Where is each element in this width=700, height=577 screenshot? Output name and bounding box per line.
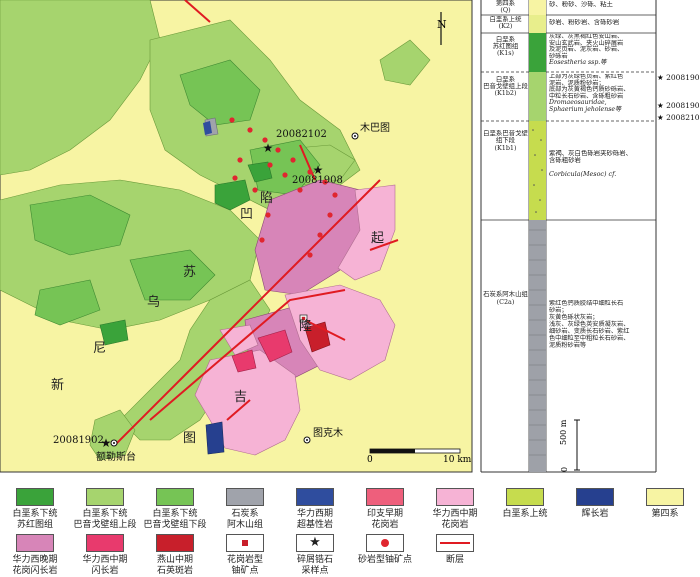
legend-swatch [226,488,264,506]
place-tukemu: 图克木 [313,427,343,439]
legend-swatch: ★ [296,534,334,552]
legend-swatch [16,534,54,552]
legend-swatch [366,534,404,552]
legend-item: 花岗岩型 铀矿点 [210,534,280,577]
lith-k1b2 [529,72,546,121]
legend-swatch [436,488,474,506]
sample-label-1: 20082102 [276,129,327,140]
legend-label: 华力西中期 花岗岩 [432,509,478,530]
legend-swatch [226,534,264,552]
legend-item: 华力西晚期 花岗闪长岩 [0,534,70,577]
legend-item: 白垩系下统 苏红图组 [0,488,70,531]
col-sample-3: ★ 20082102 [657,113,700,122]
svg-text:0: 0 [367,455,373,465]
legend-swatch [296,488,334,506]
legend-swatch [16,488,54,506]
lith-c2a [529,220,546,472]
col-lith-k1b1: 紫褐、灰白色砾岩夹砂砾岩、 含砾粗砂岩Corbicula(Mesoc) cf. [549,150,632,178]
region-label-4: 苏 [183,264,196,280]
legend-label: 第四系 [651,509,679,519]
col-unit-k2: 白垩系上统 (K2) [490,16,522,30]
sample-label-2: 20081908 [292,175,343,186]
legend-item: 燕山中期 石英斑岩 [140,534,210,577]
region-label-2: 陷 [260,191,273,206]
col-lith-c2a: 紫红色钙质胶结中细粒长石 砂岩； 灰黄色砾状灰岩； 浅灰、灰绿色英安质凝灰岩、 … [549,300,629,349]
svg-text:10 km: 10 km [443,455,472,465]
legend-swatch [436,534,474,552]
legend-label: 华力西期 超基性岩 [296,509,333,530]
legend-item: 华力西中期 闪长岩 [70,534,140,577]
col-sample-2: ★ 20081908 [657,101,700,110]
legend-item: 印支早期 花岗岩 [350,488,420,531]
col-unit-c2a: 石炭系阿木山组 (C2a) [483,290,528,306]
col-unit-k1s: 白垩系 苏红图组 (K1s) [493,36,519,57]
legend-label: 砂岩型铀矿点 [357,555,412,565]
legend-item: 华力西期 超基性岩 [280,488,350,531]
lith-q [529,0,546,15]
legend-label: 印支早期 花岗岩 [366,509,403,530]
legend-item: 第四系 [630,488,700,520]
region-label-9: 吉 [234,390,247,405]
legend-label: 辉长岩 [581,509,609,519]
place-elesitai: 额勒斯台 [96,450,136,463]
region-label-3: 起 [371,231,384,246]
legend-item: 华力西中期 花岗岩 [420,488,490,531]
legend-label: 断层 [445,555,464,565]
legend-swatch [576,488,614,506]
region-label-6: 尼 [93,341,106,356]
legend-label: 白垩系下统 苏红图组 [12,509,58,530]
legend-item: 白垩系下统 巴音戈壁组下段 [140,488,210,531]
legend-label: 石炭系 阿木山组 [226,509,263,530]
region-label-7: 新 [51,377,64,393]
lith-k1b1 [529,121,546,220]
svg-text:500 m: 500 m [559,419,568,445]
col-lith-k1b2: 上部为灰绿色页岩、紫红色 泥岩、泥质粉砂岩； 底部为灰黄褐色钙质砂砾岩、 中粒长… [549,74,629,113]
legend-swatch [506,488,544,506]
legend-swatch [156,534,194,552]
legend-item: ★ 碎屑锆石 采样点 [280,534,350,577]
legend-item: 辉长岩 [560,488,630,520]
svg-text:0: 0 [560,467,569,472]
legend-label: 白垩系上统 [502,509,548,519]
region-label-8: 隆 [299,319,312,334]
lith-k2 [529,15,546,33]
col-unit-k1b1: 白垩系巴音戈壁组下段 (K1b1) [483,130,528,152]
legend-label: 花岗岩型 铀矿点 [226,555,263,576]
legend-label: 燕山中期 石英斑岩 [156,555,193,576]
geologic-map: ★ ★ ★ 20082102 20081908 20081902 木巴图 图克木… [0,0,700,473]
legend-item: 断层 [420,534,490,566]
legend-item: 白垩系下统 巴音戈壁组上段 [70,488,140,531]
place-mubatu: 木巴图 [360,122,390,134]
legend-swatch [156,488,194,506]
svg-text:★: ★ [263,141,274,155]
svg-text:N: N [437,18,447,31]
region-label-10: 图 [183,431,196,446]
col-lith-k1s: 灰绿、灰黑褐红色安山岩、 安山玄武岩、夹火山碎屑岩 及泥页岩、泥灰岩、砂岩、 砂… [549,34,623,66]
col-sample-1: ★ 20081902 [657,73,700,82]
legend-label: 碎屑锆石 采样点 [296,555,333,576]
legend-label: 白垩系下统 巴音戈壁组上段 [73,509,137,530]
col-unit-q: 第四系 (Q) [496,0,515,14]
legend-swatch [366,488,404,506]
sample-label-3: 20081902 [53,435,104,446]
legend-item: 白垩系上统 [490,488,560,520]
legend-label: 华力西中期 闪长岩 [82,555,128,576]
legend-label: 华力西晚期 花岗闪长岩 [12,555,58,576]
legend-swatch [646,488,684,506]
legend-label: 白垩系下统 巴音戈壁组下段 [143,509,207,530]
legend-item: 砂岩型铀矿点 [350,534,420,566]
legend-swatch [86,534,124,552]
lith-k1s [529,33,546,72]
col-lith-k2: 砂岩、粉砂岩、含砾砂岩 [549,19,619,26]
region-label-5: 乌 [147,294,160,310]
region-label-1: 凹 [240,207,253,222]
legend: 白垩系下统 苏红图组 白垩系下统 巴音戈壁组上段 白垩系下统 巴音戈壁组下段 石炭系 … [0,483,700,577]
legend-item: 石炭系 阿木山组 [210,488,280,531]
col-lith-q: 砂、粉砂、沙砾、粘土 [549,1,613,8]
col-unit-k1b2: 白垩系 巴音戈壁组上段 (K1b2) [483,76,528,97]
unit-gabbro [205,421,225,455]
legend-swatch [86,488,124,506]
